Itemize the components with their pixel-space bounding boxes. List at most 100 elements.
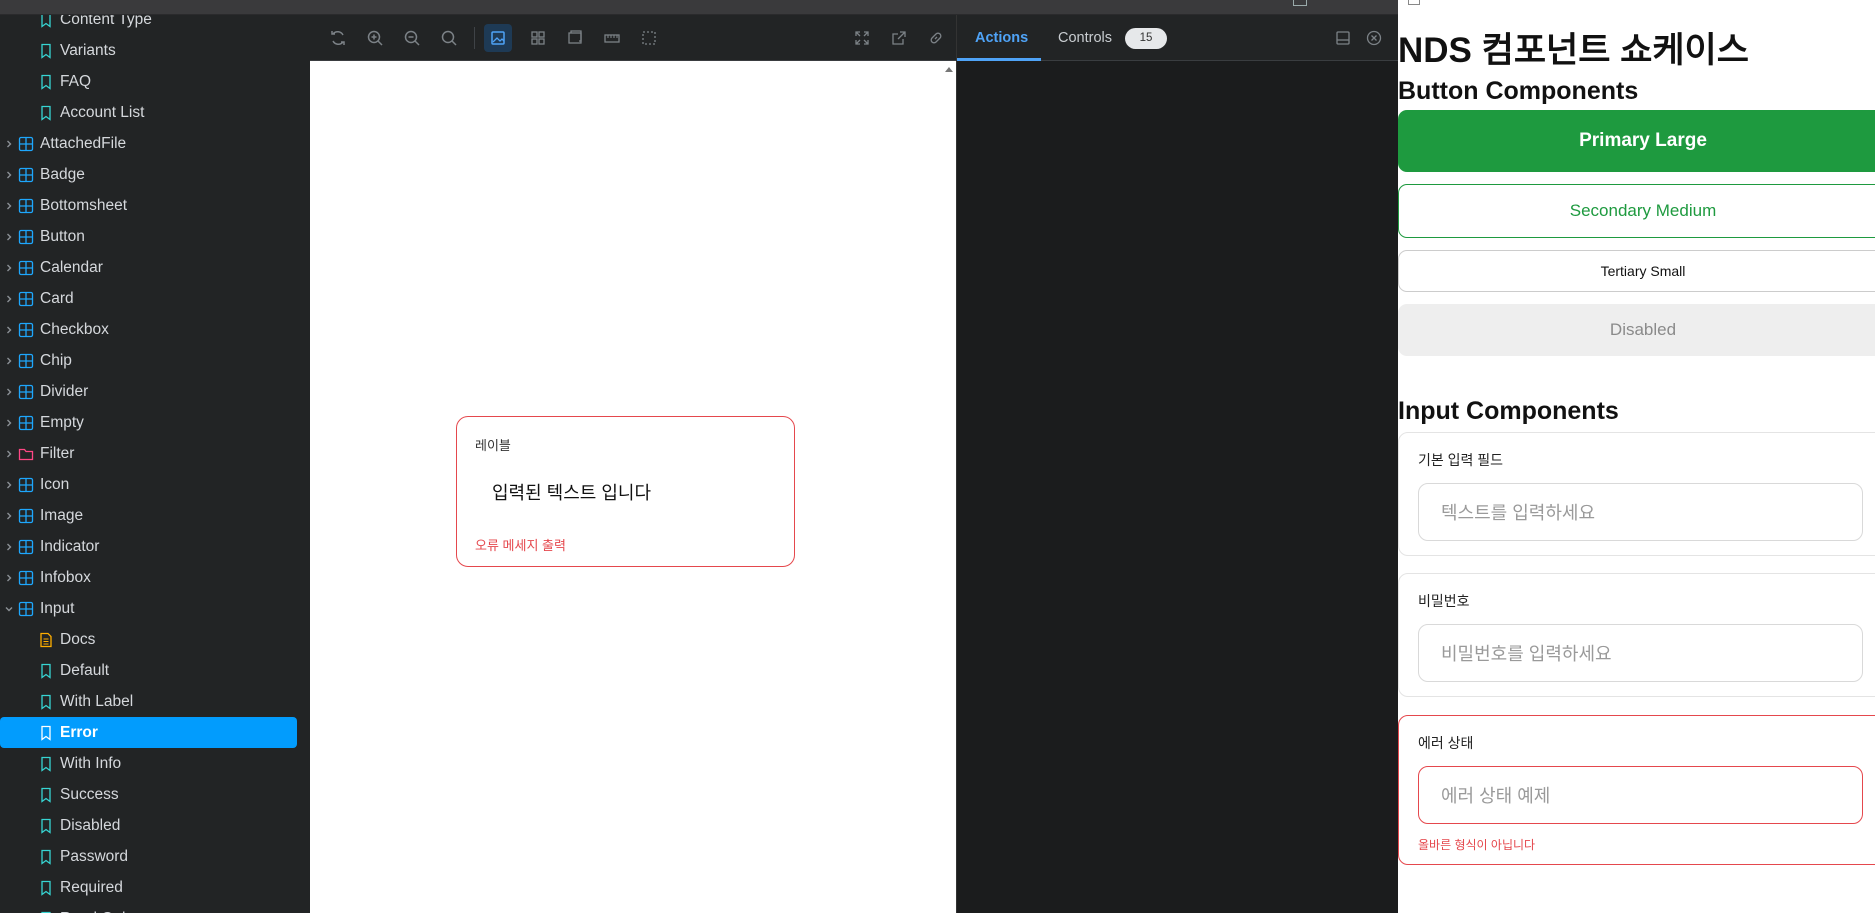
sidebar-item-default[interactable]: Default	[0, 655, 297, 686]
sidebar-item-account-list[interactable]: Account List	[0, 97, 297, 128]
chevron-right-icon[interactable]	[3, 261, 15, 273]
sidebar-item-button[interactable]: Button	[0, 221, 297, 252]
chevron-right-icon[interactable]	[3, 385, 15, 397]
bookmark-icon	[38, 787, 54, 803]
chevron-right-icon[interactable]	[3, 509, 15, 521]
sidebar-item-with-label[interactable]: With Label	[0, 686, 297, 717]
sidebar-item-error[interactable]: Error	[0, 717, 297, 748]
zoom-reset-icon[interactable]	[439, 28, 459, 48]
chevron-right-icon[interactable]	[3, 323, 15, 335]
fullscreen-icon[interactable]	[852, 28, 872, 48]
chevron-right-icon[interactable]	[3, 354, 15, 366]
close-icon[interactable]	[1366, 30, 1382, 51]
scroll-up-arrow-icon[interactable]	[945, 67, 953, 72]
sidebar-item-variants[interactable]: Variants	[0, 35, 297, 66]
chevron-right-icon[interactable]	[3, 168, 15, 180]
sidebar-item-label: Image	[40, 507, 84, 524]
sidebar-item-label: Variants	[60, 42, 116, 59]
chevron-right-icon[interactable]	[3, 199, 15, 211]
tab-actions[interactable]: Actions	[975, 30, 1028, 46]
active-tab-indicator	[957, 58, 1041, 61]
sidebar-item-read-only[interactable]: Read Only	[0, 903, 297, 913]
sidebar-item-success[interactable]: Success	[0, 779, 297, 810]
sidebar-item-faq[interactable]: FAQ	[0, 66, 297, 97]
primary-large-button[interactable]: Primary Large	[1398, 110, 1875, 172]
addons-panel: Actions Controls 15	[956, 15, 1399, 913]
zoom-in-icon[interactable]	[365, 28, 385, 48]
sidebar-item-label: Account List	[60, 104, 145, 121]
sidebar: Content Type Variants FAQ Account List Attac…	[0, 0, 310, 913]
chevron-right-icon[interactable]	[3, 540, 15, 552]
component-icon	[18, 601, 34, 617]
error-state-input[interactable]: 에러 상태 예제	[1418, 766, 1863, 824]
viewport-icon[interactable]	[565, 28, 585, 48]
basic-field-group: 기본 입력 필드 텍스트를 입력하세요	[1398, 432, 1875, 556]
chevron-right-icon[interactable]	[3, 137, 15, 149]
component-icon	[18, 229, 34, 245]
chevron-right-icon[interactable]	[3, 447, 15, 459]
sidebar-item-badge[interactable]: Badge	[0, 159, 297, 190]
panel-layout-icon[interactable]	[1335, 30, 1351, 51]
basic-text-input[interactable]: 텍스트를 입력하세요	[1418, 483, 1863, 541]
password-input[interactable]: 비밀번호를 입력하세요	[1418, 624, 1863, 682]
sidebar-item-label: Checkbox	[40, 321, 109, 338]
sidebar-item-checkbox[interactable]: Checkbox	[0, 314, 297, 345]
chevron-right-icon[interactable]	[3, 230, 15, 242]
sidebar-item-label: Indicator	[40, 538, 100, 555]
sidebar-item-label: Input	[40, 600, 75, 617]
sidebar-item-label: With Info	[60, 755, 122, 772]
measure-icon[interactable]	[602, 28, 622, 48]
sidebar-item-label: Empty	[40, 414, 84, 431]
sidebar-item-divider[interactable]: Divider	[0, 376, 297, 407]
sidebar-item-input[interactable]: Input	[0, 593, 297, 624]
disabled-button: Disabled	[1398, 304, 1875, 356]
sidebar-item-calendar[interactable]: Calendar	[0, 252, 297, 283]
bookmark-icon	[38, 849, 54, 865]
bookmark-icon	[38, 725, 54, 741]
chevron-right-icon[interactable]	[3, 571, 15, 583]
sidebar-item-chip[interactable]: Chip	[0, 345, 297, 376]
sidebar-item-indicator[interactable]: Indicator	[0, 531, 297, 562]
grid-icon[interactable]	[528, 28, 548, 48]
sidebar-item-required[interactable]: Required	[0, 872, 297, 903]
input-section-heading: Input Components	[1398, 397, 1619, 425]
sidebar-item-label: Button	[40, 228, 85, 245]
controls-count-badge: 15	[1125, 28, 1167, 49]
component-icon	[18, 508, 34, 524]
outline-icon[interactable]	[639, 28, 659, 48]
chevron-down-icon[interactable]	[3, 602, 15, 614]
tab-controls[interactable]: Controls	[1058, 30, 1112, 46]
chevron-right-icon[interactable]	[3, 292, 15, 304]
sidebar-item-disabled[interactable]: Disabled	[0, 810, 297, 841]
button-section-heading: Button Components	[1398, 77, 1639, 105]
sidebar-item-empty[interactable]: Empty	[0, 407, 297, 438]
sidebar-item-icon[interactable]: Icon	[0, 469, 297, 500]
sidebar-item-label: Docs	[60, 631, 96, 648]
folder-icon	[18, 446, 34, 462]
page-title: NDS 컴포넌트 쇼케이스	[1398, 31, 1749, 70]
bookmark-icon	[38, 74, 54, 90]
chevron-right-icon[interactable]	[3, 416, 15, 428]
bookmark-icon	[38, 756, 54, 772]
secondary-medium-button[interactable]: Secondary Medium	[1398, 184, 1875, 238]
sync-icon[interactable]	[328, 28, 348, 48]
sidebar-item-infobox[interactable]: Infobox	[0, 562, 297, 593]
sidebar-item-label: With Label	[60, 693, 134, 710]
open-new-tab-icon[interactable]	[889, 28, 909, 48]
basic-field-label: 기본 입력 필드	[1418, 452, 1504, 468]
chevron-right-icon[interactable]	[3, 478, 15, 490]
input-value[interactable]: 입력된 텍스트 입니다	[492, 479, 651, 505]
zoom-out-icon[interactable]	[402, 28, 422, 48]
sidebar-item-image[interactable]: Image	[0, 500, 297, 531]
copy-link-icon[interactable]	[926, 28, 946, 48]
sidebar-item-with-info[interactable]: With Info	[0, 748, 297, 779]
background-icon[interactable]	[484, 24, 512, 52]
tertiary-small-button[interactable]: Tertiary Small	[1398, 250, 1875, 292]
sidebar-item-bottomsheet[interactable]: Bottomsheet	[0, 190, 297, 221]
sidebar-item-filter[interactable]: Filter	[0, 438, 297, 469]
sidebar-item-password[interactable]: Password	[0, 841, 297, 872]
sidebar-item-docs[interactable]: Docs	[0, 624, 297, 655]
component-icon	[18, 570, 34, 586]
sidebar-item-card[interactable]: Card	[0, 283, 297, 314]
sidebar-item-attachedfile[interactable]: AttachedFile	[0, 128, 297, 159]
